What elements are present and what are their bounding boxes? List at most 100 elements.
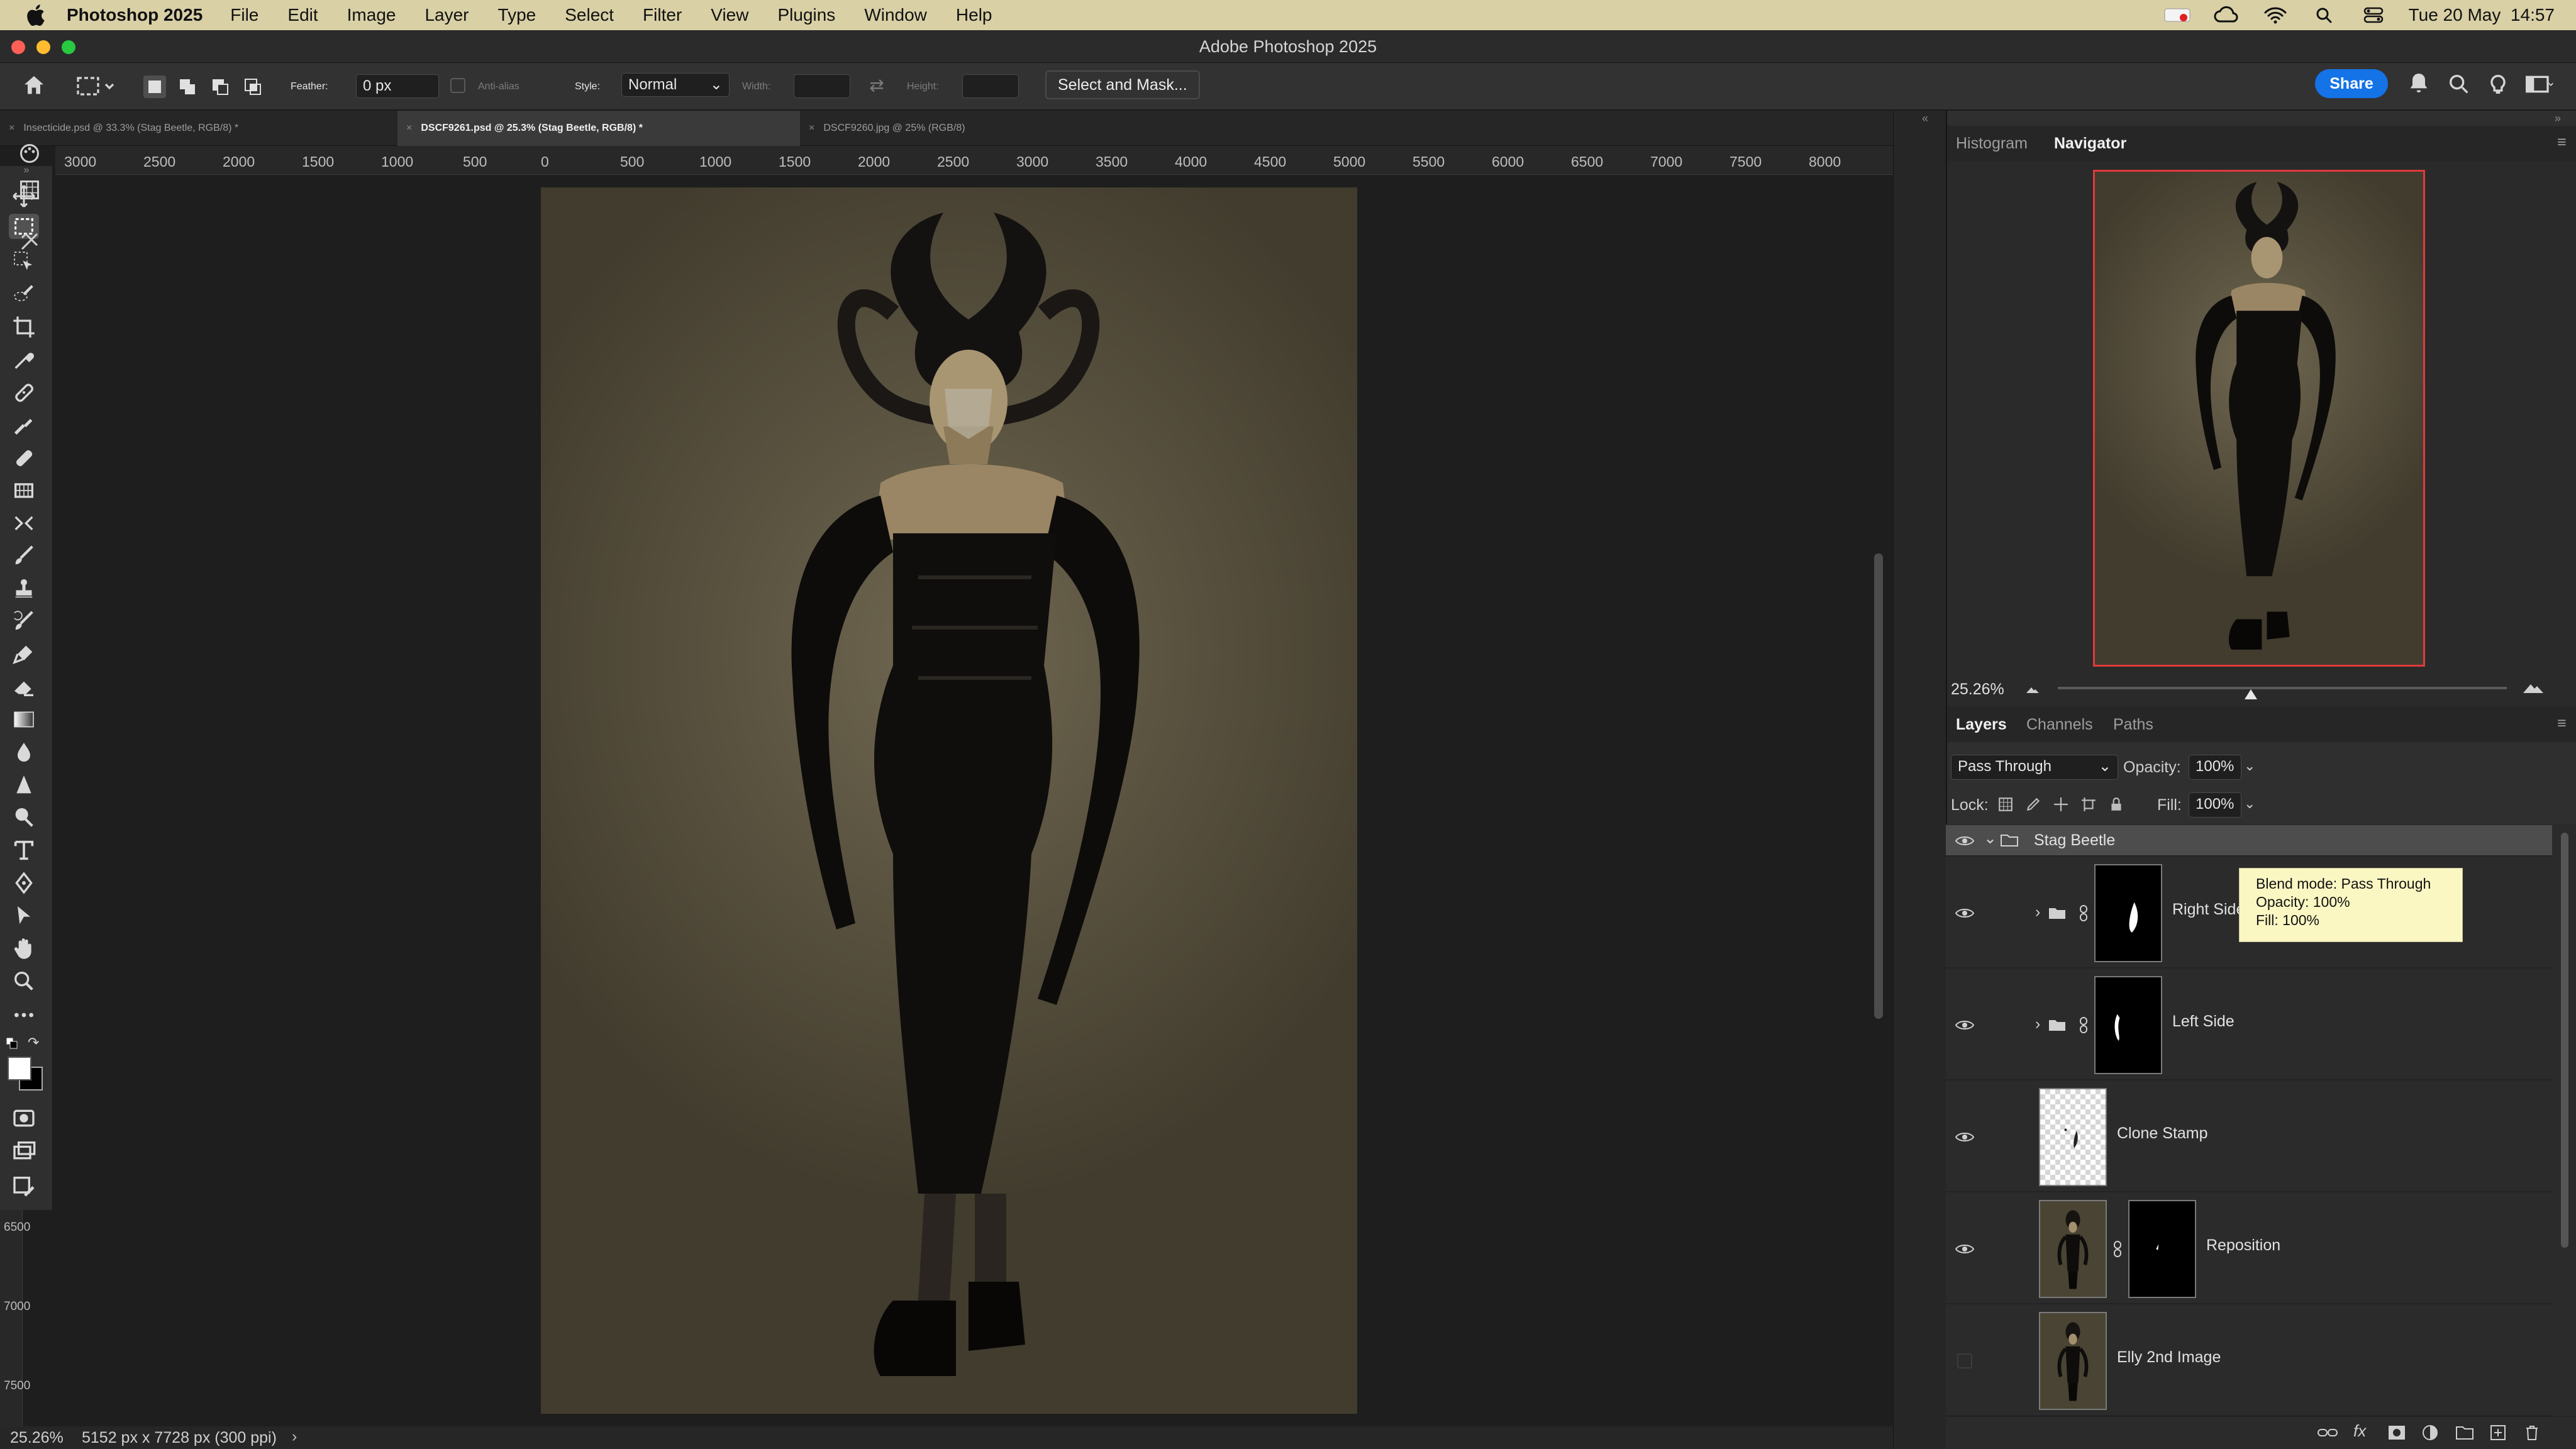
spotlight-search-icon[interactable] <box>2311 5 2338 25</box>
adjustments-tools-icon[interactable] <box>18 230 41 253</box>
intersect-selection-icon[interactable] <box>242 75 264 98</box>
close-icon[interactable]: × <box>406 123 412 133</box>
color-palette-icon[interactable] <box>18 142 41 165</box>
notifications-bell-icon[interactable] <box>2406 70 2431 96</box>
gradient-tool-icon[interactable] <box>11 707 36 732</box>
lock-artboard-icon[interactable] <box>2080 796 2097 813</box>
menu-image[interactable]: Image <box>347 5 396 25</box>
clone-stamp-tool-icon[interactable] <box>11 576 36 601</box>
layer-left-side[interactable]: › Left Side <box>1946 970 2552 1080</box>
canvas-vertical-scrollbar[interactable] <box>1874 553 1883 1019</box>
screen-record-icon[interactable] <box>2163 5 2191 25</box>
discover-lightbulb-icon[interactable] <box>2485 72 2511 97</box>
brush-tool-icon[interactable] <box>11 543 36 569</box>
history-brush-tool-icon[interactable] <box>11 609 36 634</box>
layer-fx-icon[interactable]: fx <box>2353 1421 2376 1440</box>
zoom-out-mountain-icon[interactable] <box>2025 683 2040 696</box>
chevron-right-icon[interactable]: › <box>292 1428 297 1446</box>
visibility-eye-icon[interactable] <box>1955 1130 1975 1145</box>
zoom-slider-thumb[interactable] <box>2244 689 2258 701</box>
status-zoom[interactable]: 25.26% <box>10 1429 64 1447</box>
trash-delete-icon[interactable] <box>2523 1424 2541 1441</box>
add-layer-mask-icon[interactable] <box>2387 1424 2406 1441</box>
wifi-icon[interactable] <box>2262 5 2289 25</box>
panel-menu-icon[interactable]: ≡ <box>2557 125 2567 160</box>
new-selection-icon[interactable] <box>143 75 166 98</box>
layer-thumbnail[interactable] <box>2039 1088 2107 1186</box>
status-document-size[interactable]: 5152 px x 7728 px (300 ppi) <box>82 1429 277 1447</box>
close-icon[interactable]: × <box>809 123 814 133</box>
blur-tool-icon[interactable] <box>11 740 36 765</box>
visibility-eye-icon[interactable] <box>1955 1018 1975 1033</box>
select-and-mask-button[interactable]: Select and Mask... <box>1045 70 1200 99</box>
mixer-brush-tool-icon[interactable] <box>11 641 36 667</box>
marquee-tool-preset-icon[interactable] <box>75 74 117 99</box>
new-group-folder-icon[interactable] <box>2455 1424 2474 1441</box>
dodge-tool-icon[interactable] <box>11 805 36 830</box>
menu-select[interactable]: Select <box>565 5 614 25</box>
app-name-menu[interactable]: Photoshop 2025 <box>67 5 203 25</box>
panel-menu-icon[interactable]: ≡ <box>2557 706 2567 741</box>
doc-tab-insecticide[interactable]: × Insecticide.psd @ 33.3% (Stag Beetle, R… <box>0 111 397 146</box>
tab-paths[interactable]: Paths <box>2113 707 2153 742</box>
height-input[interactable] <box>962 74 1019 98</box>
menu-help[interactable]: Help <box>956 5 992 25</box>
chevron-right-icon[interactable]: › <box>2035 1015 2040 1033</box>
layer-mask-thumbnail[interactable] <box>2094 864 2162 962</box>
lock-transparent-pixels-icon[interactable] <box>1997 796 2014 813</box>
tab-channels[interactable]: Channels <box>2026 707 2093 742</box>
menu-view[interactable]: View <box>711 5 748 25</box>
strip-collapse-icon[interactable]: « <box>1922 112 1937 125</box>
home-icon[interactable] <box>21 73 47 98</box>
mask-link-icon[interactable] <box>2079 904 2088 922</box>
navigator-zoom-value[interactable]: 25.26% <box>1951 680 2004 699</box>
menubar-clock[interactable]: Tue 20 May 14:57 <box>2409 5 2555 25</box>
share-button[interactable]: Share <box>2315 69 2388 98</box>
sharpen-tool-icon[interactable] <box>11 772 36 797</box>
adjustment-layer-icon[interactable] <box>2421 1424 2439 1441</box>
navigator-zoom-slider[interactable] <box>2058 687 2507 699</box>
subtract-from-selection-icon[interactable] <box>209 75 231 98</box>
lock-image-pixels-icon[interactable] <box>2025 796 2041 813</box>
layer-thumbnail[interactable] <box>2039 1312 2107 1410</box>
swatches-grid-icon[interactable] <box>18 179 41 201</box>
more-tools-icon[interactable] <box>11 1002 36 1028</box>
healing-brush-tool-icon[interactable] <box>11 445 36 470</box>
foreground-color-swatch[interactable] <box>8 1057 31 1080</box>
swap-colors-icon[interactable]: ↷ <box>28 1035 43 1050</box>
navigator-thumbnail[interactable] <box>2093 170 2425 667</box>
link-layers-icon[interactable] <box>2317 1424 2338 1441</box>
pen-tool-icon[interactable] <box>11 870 36 896</box>
doc-tab-dscf9260[interactable]: × DSCF9260.jpg @ 25% (RGB/8) <box>800 111 1127 146</box>
menu-edit[interactable]: Edit <box>287 5 318 25</box>
style-select[interactable]: Normal ⌄ <box>621 73 730 97</box>
menu-filter[interactable]: Filter <box>643 5 682 25</box>
doc-tab-dscf9261[interactable]: × DSCF9261.psd @ 25.3% (Stag Beetle, RGB/… <box>397 111 800 146</box>
visibility-toggle-hidden[interactable] <box>1957 1353 1972 1368</box>
creative-cloud-icon[interactable] <box>2212 5 2240 25</box>
search-icon[interactable] <box>2446 72 2472 97</box>
path-selection-tool-icon[interactable] <box>11 903 36 928</box>
crop-tool-icon[interactable] <box>11 314 36 340</box>
layer-clone-stamp[interactable]: Clone Stamp <box>1946 1082 2552 1192</box>
spot-healing-brush-tool-icon[interactable] <box>11 380 36 405</box>
menu-file[interactable]: File <box>230 5 258 25</box>
remove-tool-icon[interactable] <box>11 413 36 438</box>
panel-collapse-icon[interactable]: » <box>2555 112 2570 125</box>
mask-link-icon[interactable] <box>2079 1016 2088 1034</box>
fill-input[interactable]: 100% <box>2189 792 2241 818</box>
tab-navigator[interactable]: Navigator <box>2054 126 2126 161</box>
edit-toolbar-icon[interactable] <box>11 1174 36 1199</box>
eyedropper-tool-icon[interactable] <box>11 347 36 372</box>
lock-position-icon[interactable] <box>2053 796 2069 813</box>
quick-selection-tool-icon[interactable] <box>11 282 36 307</box>
visibility-eye-icon[interactable] <box>1955 906 1975 921</box>
close-icon[interactable]: × <box>9 123 14 133</box>
zoom-tool-icon[interactable] <box>11 969 36 994</box>
anti-alias-checkbox[interactable] <box>450 78 465 93</box>
visibility-eye-icon[interactable] <box>1955 1241 1975 1257</box>
layers-scrollbar[interactable] <box>2561 833 2568 1248</box>
apple-logo-icon[interactable] <box>23 1 50 29</box>
tab-histogram[interactable]: Histogram <box>1956 126 2028 161</box>
layer-thumbnail[interactable] <box>2039 1200 2107 1298</box>
